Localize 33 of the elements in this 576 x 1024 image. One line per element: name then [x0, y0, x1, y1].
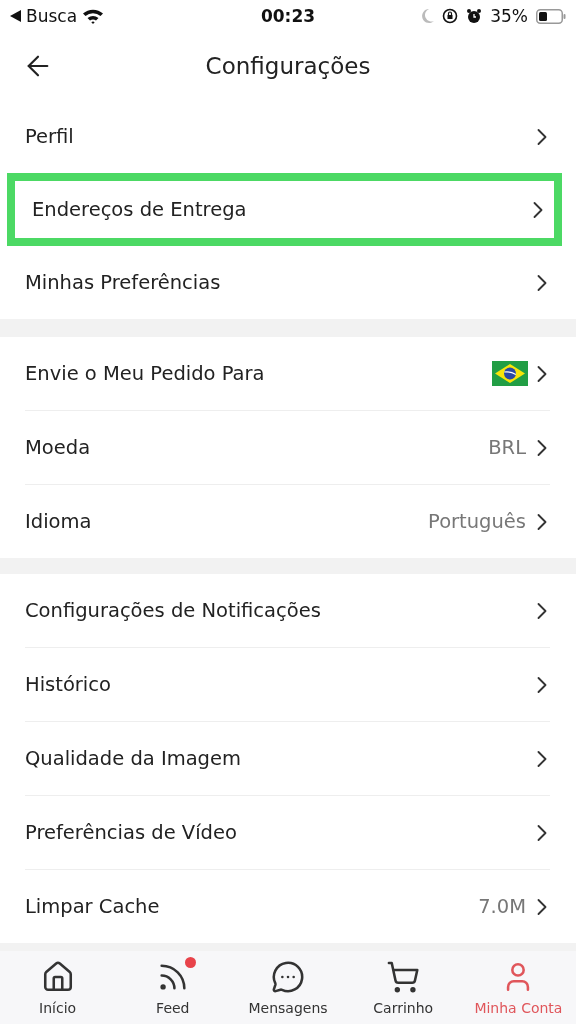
settings-value: 7.0M — [478, 895, 526, 918]
back-triangle-icon — [10, 10, 21, 22]
highlighted-settings-row[interactable]: Endereços de Entrega — [7, 173, 562, 246]
battery-icon — [536, 8, 566, 24]
settings-label: Histórico — [25, 673, 112, 696]
settings-label: Envie o Meu Pedido Para — [25, 362, 266, 385]
nav-tab[interactable]: Mensagens — [230, 951, 346, 1024]
nav-tab[interactable]: Início — [0, 951, 116, 1024]
page-title: Configurações — [205, 53, 371, 79]
cart-icon — [386, 959, 421, 994]
settings-value: Português — [428, 510, 526, 533]
settings-label: Endereços de Entrega — [32, 198, 248, 221]
settings-label: Perfil — [25, 125, 75, 148]
nav-tab[interactable]: Carrinho — [345, 951, 461, 1024]
settings-label: Moeda — [25, 436, 92, 459]
settings-value: BRL — [488, 436, 526, 459]
alarm-clock-icon — [466, 8, 483, 24]
wifi-icon — [82, 8, 105, 24]
back-app-label[interactable]: Busca — [26, 6, 78, 26]
clock-time: 00:23 — [260, 6, 316, 26]
chat-bubble-icon — [271, 959, 305, 994]
nav-tab[interactable]: Feed — [115, 951, 231, 1024]
settings-label: Qualidade da Imagem — [25, 747, 242, 770]
settings-label: Configurações de Notificações — [25, 599, 322, 622]
moon-icon — [420, 8, 435, 24]
settings-label: Limpar Cache — [25, 895, 161, 918]
settings-label: Preferências de Vídeo — [25, 821, 238, 844]
settings-label: Idioma — [25, 510, 93, 533]
brazil-flag-icon — [492, 361, 528, 386]
nav-tab[interactable]: Minha Conta — [460, 951, 576, 1024]
battery-percentage: 35% — [490, 6, 528, 26]
rotation-lock-icon — [442, 8, 459, 24]
settings-label: Minhas Preferências — [25, 271, 222, 294]
